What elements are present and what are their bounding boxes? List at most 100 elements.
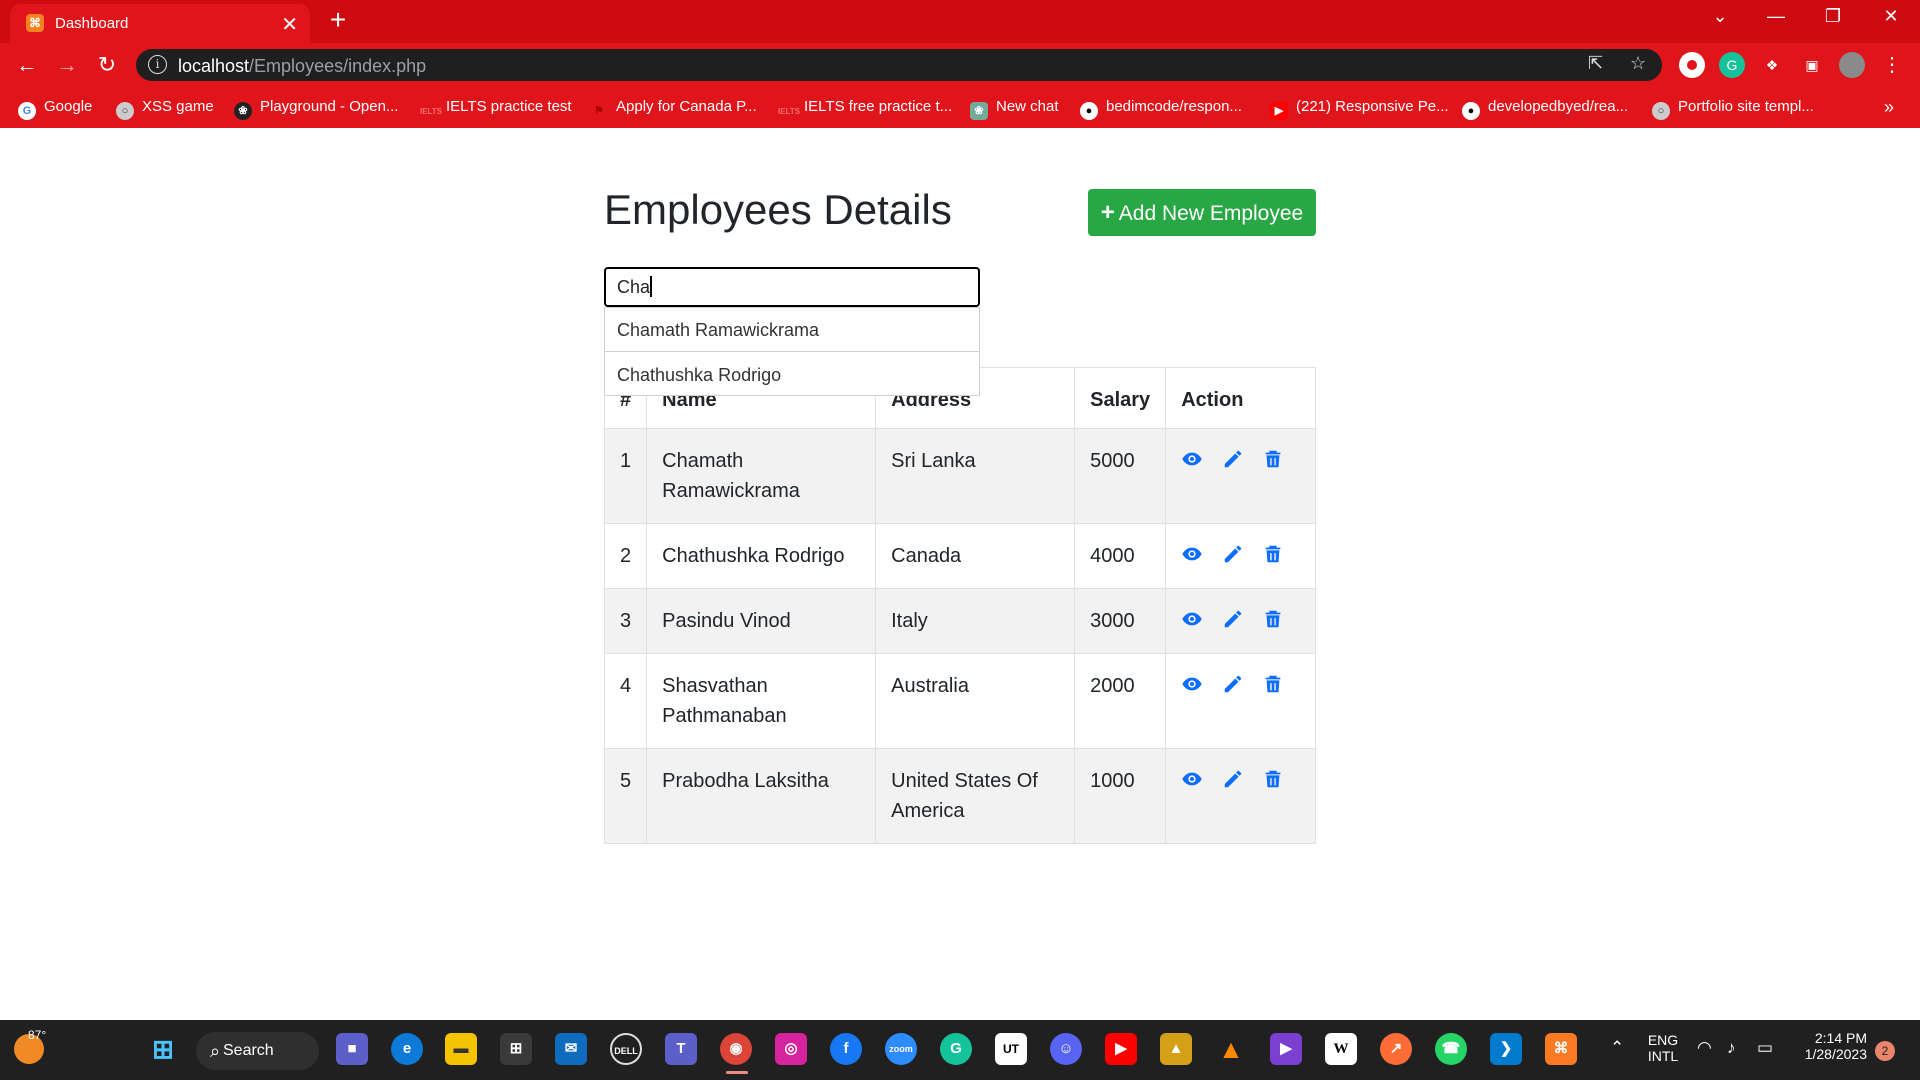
ut-app-icon[interactable]: UT xyxy=(995,1033,1027,1065)
close-window-button[interactable]: ✕ xyxy=(1871,6,1911,27)
minimize-button[interactable]: — xyxy=(1756,6,1796,27)
bookmark-star-icon[interactable]: ☆ xyxy=(1630,53,1646,74)
pencil-icon[interactable] xyxy=(1222,768,1246,792)
teams-icon[interactable]: T xyxy=(665,1033,697,1065)
add-button-label: Add New Employee xyxy=(1118,202,1304,225)
bookmark-playground[interactable]: ❀ Playground - Open... xyxy=(234,96,398,120)
clock[interactable]: 2:14 PM 1/28/2023 xyxy=(1795,1030,1867,1062)
new-tab-button[interactable]: + xyxy=(323,4,353,36)
bookmark-label: bedimcode/respon... xyxy=(1106,98,1242,115)
weather-temperature: 87° xyxy=(28,1028,47,1042)
trash-icon[interactable] xyxy=(1262,608,1286,632)
bookmark-ielts-free[interactable]: IELTS IELTS free practice t... xyxy=(778,96,952,118)
tray-overflow-chevron-icon[interactable]: ⌃ xyxy=(1610,1038,1624,1058)
bookmark-google[interactable]: G Google xyxy=(18,96,93,120)
bookmarks-overflow-button[interactable]: » xyxy=(1884,96,1894,118)
xampp-icon[interactable]: ⌘ xyxy=(1545,1033,1577,1065)
bookmark-new-chat[interactable]: ❀ New chat xyxy=(970,96,1059,120)
bookmark-developedbyed[interactable]: ● developedbyed/rea... xyxy=(1462,96,1628,120)
chrome-icon[interactable]: ◉ xyxy=(720,1033,752,1065)
bookmark-youtube-responsive[interactable]: ▶ (221) Responsive Pe... xyxy=(1270,96,1449,120)
restore-button[interactable]: ❐ xyxy=(1813,6,1853,27)
chrome-menu-icon[interactable]: ⋮ xyxy=(1879,52,1905,78)
suggestion-item[interactable]: Chathushka Rodrigo xyxy=(605,352,979,395)
bookmark-portfolio[interactable]: ○ Portfolio site templ... xyxy=(1652,96,1814,120)
postman-icon[interactable]: ↗ xyxy=(1380,1033,1412,1065)
bookmark-xss-game[interactable]: ○ XSS game xyxy=(116,96,214,120)
site-info-icon[interactable]: i xyxy=(148,55,167,74)
employees-table: # Name Address Salary Action 1 Chamath R… xyxy=(603,367,1316,844)
pencil-icon[interactable] xyxy=(1222,543,1246,567)
search-input-value: Cha xyxy=(617,277,651,297)
teams-chat-icon[interactable]: ■ xyxy=(336,1033,368,1065)
reload-button[interactable]: ↻ xyxy=(92,50,122,80)
volume-icon[interactable]: ♪ xyxy=(1727,1038,1736,1058)
dell-icon[interactable]: DELL xyxy=(610,1033,642,1065)
back-button[interactable]: ← xyxy=(12,50,42,80)
trash-icon[interactable] xyxy=(1262,448,1286,472)
taskbar-search-button[interactable]: ⌕ Search xyxy=(196,1032,319,1070)
forward-button[interactable]: → xyxy=(52,50,82,80)
vlc-icon[interactable]: ▲ xyxy=(1215,1033,1247,1065)
pencil-icon[interactable] xyxy=(1222,448,1246,472)
share-icon[interactable]: ⇱ xyxy=(1588,53,1603,74)
microsoft-store-icon[interactable]: ⊞ xyxy=(500,1033,532,1065)
trash-icon[interactable] xyxy=(1262,543,1286,567)
edge-icon[interactable]: e xyxy=(391,1033,423,1065)
record-extension-icon[interactable] xyxy=(1679,52,1705,78)
add-new-employee-button[interactable]: + Add New Employee xyxy=(1088,189,1316,236)
media-player-icon[interactable]: ▶ xyxy=(1270,1033,1302,1065)
suggestion-item[interactable]: Chamath Ramawickrama xyxy=(605,308,979,352)
bookmark-bedimcode[interactable]: ● bedimcode/respon... xyxy=(1080,96,1242,120)
eye-icon[interactable] xyxy=(1181,768,1205,792)
side-panel-icon[interactable]: ▣ xyxy=(1799,52,1825,78)
bookmark-apply-canada[interactable]: ⚑ Apply for Canada P... xyxy=(590,96,757,118)
whatsapp-icon[interactable]: ☎ xyxy=(1435,1033,1467,1065)
grammarly-icon[interactable]: G xyxy=(940,1033,972,1065)
tab-search-chevron-icon[interactable]: ⌄ xyxy=(1700,6,1740,27)
zoom-icon[interactable]: zoom xyxy=(885,1033,917,1065)
search-icon: ⌕ xyxy=(210,1041,221,1061)
eye-icon[interactable] xyxy=(1181,673,1205,697)
tab-close-icon[interactable]: ✕ xyxy=(281,12,298,37)
openai-icon: ❀ xyxy=(234,102,252,120)
github-icon: ● xyxy=(1080,102,1098,120)
eye-icon[interactable] xyxy=(1181,608,1205,632)
bookmark-ielts-practice[interactable]: IELTS IELTS practice test xyxy=(420,96,572,118)
keyboard-language[interactable]: ENG INTL xyxy=(1646,1032,1680,1064)
bookmark-label: IELTS practice test xyxy=(446,98,572,115)
row-number: 5 xyxy=(603,748,648,844)
pencil-icon[interactable] xyxy=(1222,673,1246,697)
trash-icon[interactable] xyxy=(1262,673,1286,697)
mail-icon[interactable]: ✉ xyxy=(555,1033,587,1065)
employee-address: Canada xyxy=(875,523,1076,589)
youtube-icon[interactable]: ▶ xyxy=(1105,1033,1137,1065)
file-explorer-icon[interactable]: ▬ xyxy=(445,1033,477,1065)
browser-tab-dashboard[interactable]: ⌘ Dashboard ✕ xyxy=(10,4,310,43)
employee-search-input[interactable]: Cha xyxy=(604,267,980,307)
wifi-icon[interactable]: ◠ xyxy=(1697,1038,1712,1058)
battery-icon[interactable]: ▭ xyxy=(1757,1038,1773,1058)
profile-avatar[interactable] xyxy=(1839,52,1865,78)
facebook-icon[interactable]: f xyxy=(830,1033,862,1065)
row-actions xyxy=(1165,523,1316,589)
wikipedia-icon[interactable]: W xyxy=(1325,1033,1357,1065)
grammarly-extension-icon[interactable]: G xyxy=(1719,52,1745,78)
bookmark-label: (221) Responsive Pe... xyxy=(1296,98,1449,115)
vscode-icon[interactable]: ❯ xyxy=(1490,1033,1522,1065)
discord-icon[interactable]: ☺ xyxy=(1050,1033,1082,1065)
pencil-icon[interactable] xyxy=(1222,608,1246,632)
notification-badge[interactable]: 2 xyxy=(1875,1041,1895,1061)
eye-icon[interactable] xyxy=(1181,448,1205,472)
instagram-icon[interactable]: ◎ xyxy=(775,1033,807,1065)
employee-name: Shasvathan Pathmanaban xyxy=(646,653,877,749)
url-text[interactable]: localhost/Employees/index.php xyxy=(178,56,426,77)
trash-icon[interactable] xyxy=(1262,768,1286,792)
eye-icon[interactable] xyxy=(1181,543,1205,567)
windows-start-icon[interactable]: ⊞ xyxy=(147,1033,179,1065)
vpn-lock-icon[interactable]: ▲ xyxy=(1160,1033,1192,1065)
bookmark-label: Google xyxy=(44,98,93,115)
row-number: 2 xyxy=(603,523,648,589)
extensions-puzzle-icon[interactable]: ❖ xyxy=(1759,52,1785,78)
address-bar[interactable]: i localhost/Employees/index.php ⇱ ☆ xyxy=(136,49,1662,81)
